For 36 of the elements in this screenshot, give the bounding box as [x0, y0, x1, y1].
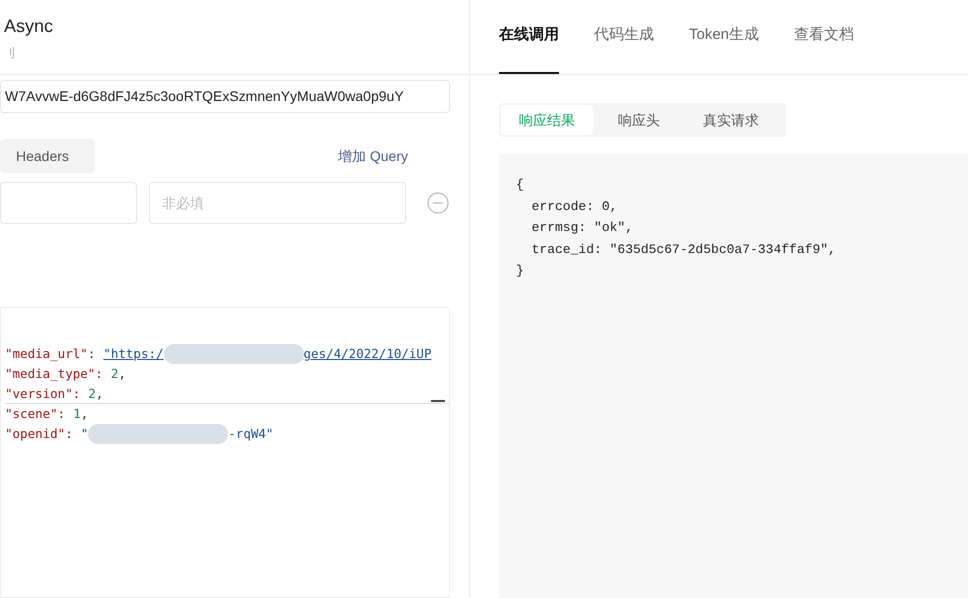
response-tab[interactable]: 响应头: [593, 105, 685, 135]
string-text: ": [80, 424, 88, 443]
top-tab[interactable]: 代码生成: [594, 0, 654, 74]
response-line: }: [516, 262, 524, 280]
api-title: Async: [4, 14, 54, 38]
request-body-editor[interactable]: "media_url": "https:/ ges/4/2022/10/iUP "media_type": 2, "version": 2, "scene": 1, "openid": " -rqW4": [0, 307, 450, 598]
response-line: {: [516, 176, 524, 194]
url-text[interactable]: "https:/: [103, 344, 164, 364]
key-field[interactable]: [0, 182, 137, 224]
top-tab[interactable]: 在线调用: [499, 0, 559, 74]
number-text: 2: [88, 384, 96, 402]
add-query-link[interactable]: 增加 Query: [338, 146, 408, 166]
json-key: "version":: [5, 384, 80, 403]
response-line: errcode: 0,: [530, 198, 618, 216]
json-key: "openid":: [5, 424, 73, 444]
token-field[interactable]: W7AvvwE-d6G8dFJ4z5c3ooRTQExSzmnenYyMuaW0wa0p9uY: [0, 80, 450, 113]
value-field[interactable]: 非必填: [149, 182, 406, 224]
punctuation-text: ,: [118, 365, 126, 383]
remove-icon[interactable]: [427, 192, 449, 214]
api-subtitle: 刂: [4, 44, 17, 62]
string-text: -rqW4": [228, 424, 274, 443]
json-key: "media_type":: [5, 364, 103, 384]
number-text: 1: [73, 405, 81, 423]
url-text[interactable]: ges/4/2022/10/iUP: [304, 344, 432, 364]
punctuation-text: ,: [96, 384, 104, 402]
number-text: 2: [110, 365, 118, 383]
response-line: errmsg: "ok",: [530, 219, 634, 237]
json-key: "scene":: [5, 404, 66, 424]
scrollbar-mark: [431, 400, 445, 402]
json-key: "media_url":: [5, 344, 96, 364]
top-tab[interactable]: Token生成: [689, 0, 760, 74]
punctuation-text: ,: [80, 405, 88, 423]
top-tab[interactable]: 查看文档: [794, 0, 854, 74]
headers-tab[interactable]: Headers: [0, 139, 95, 173]
response-line: trace_id: "635d5c67-2d5bc0a7-334ffaf9",: [530, 240, 836, 258]
response-tab[interactable]: 真实请求: [685, 105, 777, 135]
